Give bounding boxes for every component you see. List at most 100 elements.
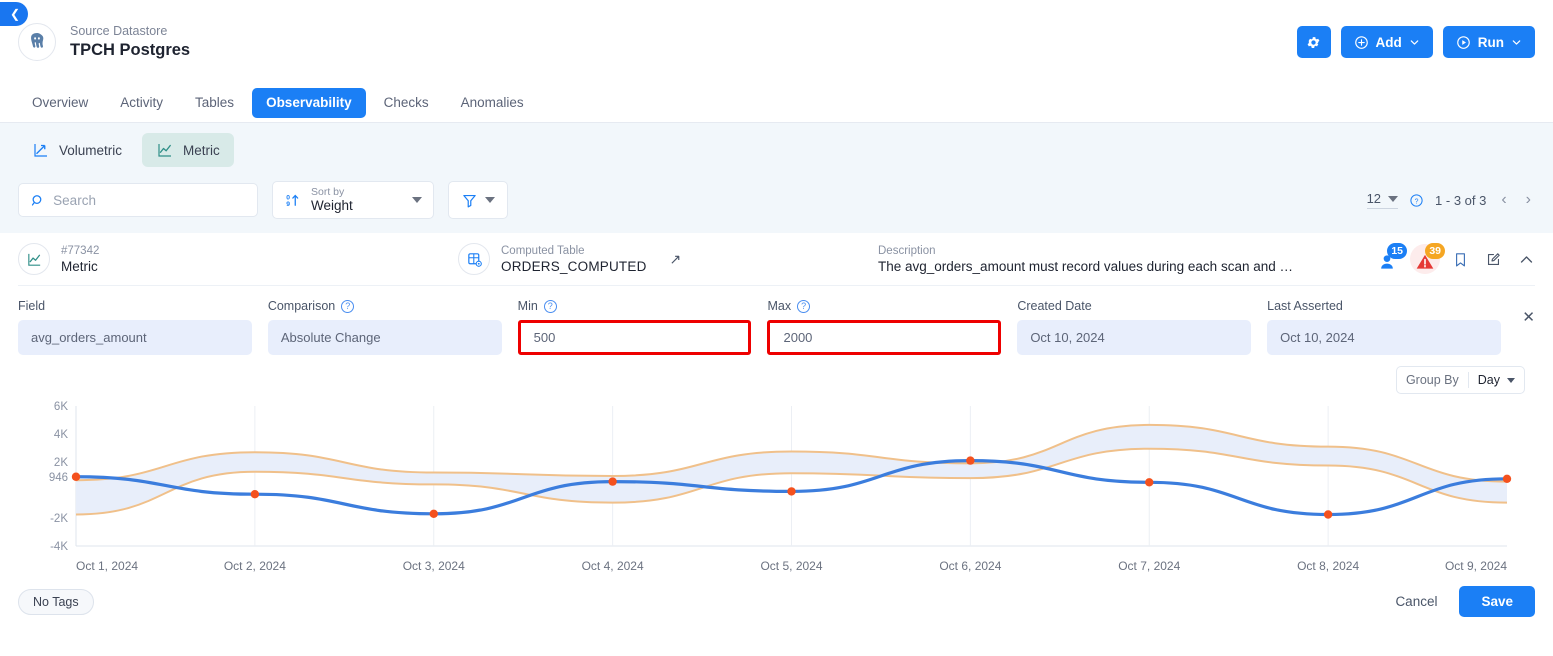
tags-pill[interactable]: No Tags	[18, 588, 94, 615]
datastore-kicker: Source Datastore	[70, 24, 168, 38]
chevron-down-icon	[1507, 377, 1515, 383]
group-by-label: Group By	[1405, 373, 1459, 387]
volumetric-chart-icon	[34, 144, 47, 157]
back-button[interactable]: ❮	[0, 2, 28, 26]
svg-text:Oct 1, 2024: Oct 1, 2024	[76, 559, 138, 573]
group-by-value: Day	[1477, 373, 1500, 387]
max-input[interactable]: 2000	[767, 320, 1002, 355]
search-box[interactable]	[18, 183, 258, 217]
svg-text:9: 9	[286, 201, 290, 208]
sort-by-label: Sort by	[311, 186, 345, 198]
sort-numeric-icon: 0 9	[286, 194, 299, 208]
filter-controls: 0 9 Sort by Weight 12	[18, 181, 1535, 219]
tab-anomalies[interactable]: Anomalies	[447, 88, 538, 118]
chevron-down-icon	[412, 197, 422, 203]
tab-tables[interactable]: Tables	[181, 88, 248, 118]
collapse-button[interactable]	[1518, 251, 1535, 268]
segment-metric-label: Metric	[183, 142, 220, 158]
field-field: Field avg_orders_amount	[18, 299, 252, 355]
group-by-row: Group By Day	[0, 355, 1553, 394]
metric-fields: Field avg_orders_amount Comparison ? Abs…	[0, 286, 1553, 355]
run-button-label: Run	[1477, 34, 1504, 50]
group-by-dropdown[interactable]: Group By Day	[1395, 366, 1525, 394]
computed-table-value: ORDERS_COMPUTED	[501, 258, 647, 274]
field-label: Field	[18, 299, 46, 313]
chart-type-toggle: Volumetric Metric	[18, 133, 1535, 167]
segment-metric[interactable]: Metric	[142, 133, 234, 167]
profile-count: 15	[1387, 243, 1407, 259]
svg-text:6K: 6K	[54, 401, 68, 413]
pagination-next-button[interactable]: ›	[1522, 191, 1535, 209]
edit-button[interactable]	[1485, 251, 1502, 268]
observability-page: ❮ Source Datastore TPCH Postgres Add Run…	[0, 0, 1553, 656]
help-circle-icon[interactable]: ?	[341, 299, 355, 313]
svg-text:0: 0	[286, 194, 290, 201]
field-value[interactable]: avg_orders_amount	[18, 320, 252, 355]
header-actions: Add Run	[1296, 26, 1535, 58]
comparison-value[interactable]: Absolute Change	[267, 320, 502, 355]
metric-card: #77342 Metric Computed Table ORDERS_COMP…	[0, 233, 1553, 617]
description-label: Description	[878, 244, 936, 257]
save-button[interactable]: Save	[1459, 586, 1535, 617]
metric-card-header: #77342 Metric Computed Table ORDERS_COMP…	[0, 233, 1553, 285]
segment-volumetric[interactable]: Volumetric	[18, 133, 136, 167]
last-asserted-value: Oct 10, 2024	[1267, 320, 1501, 355]
cancel-button[interactable]: Cancel	[1395, 594, 1437, 609]
filter-band: Volumetric Metric 0 9	[0, 123, 1553, 233]
bookmark-button[interactable]	[1452, 251, 1469, 268]
svg-text:Oct 7, 2024: Oct 7, 2024	[1118, 559, 1180, 573]
postgres-elephant-logo	[31, 33, 44, 48]
min-input[interactable]: 500	[517, 320, 752, 355]
help-circle-icon[interactable]: ?	[543, 299, 557, 313]
field-max: Max ? 2000	[767, 299, 1002, 355]
edit-icon	[1487, 252, 1500, 265]
metric-type-label: Metric	[61, 258, 98, 274]
alert-count-badge[interactable]: 39	[1410, 243, 1445, 274]
page-title: TPCH Postgres	[70, 41, 191, 59]
help-circle-icon[interactable]: ?	[1409, 193, 1424, 208]
tab-activity[interactable]: Activity	[106, 88, 177, 118]
filter-button[interactable]	[448, 181, 508, 219]
sort-by-dropdown[interactable]: 0 9 Sort by Weight	[272, 181, 434, 219]
page-size-value: 12	[1366, 191, 1382, 206]
metric-chart: 6K 4K 2K 946 -2K -4K Oct 1, 2024 Oct 2, 2024 Oct…	[0, 394, 1553, 578]
svg-text:-2K: -2K	[50, 513, 68, 525]
computed-table-icon-wrap	[458, 243, 490, 275]
card-footer: No Tags Cancel Save	[0, 578, 1553, 617]
metric-chart-icon-wrap	[18, 243, 50, 275]
add-button-label: Add	[1375, 34, 1402, 50]
close-icon[interactable]: ✕	[1522, 308, 1535, 326]
run-button[interactable]: Run	[1442, 26, 1535, 58]
profile-count-badge[interactable]: 15	[1376, 243, 1407, 272]
description-value: The avg_orders_amount must record values…	[878, 258, 1293, 274]
tab-overview[interactable]: Overview	[18, 88, 102, 118]
bookmark-icon	[1456, 252, 1465, 266]
page-size-dropdown[interactable]: 12	[1366, 191, 1399, 209]
max-label: Max	[767, 299, 792, 313]
chevron-up-icon	[1520, 255, 1533, 263]
chevron-down-icon	[485, 197, 495, 203]
svg-text:Oct 9, 2024: Oct 9, 2024	[1445, 559, 1507, 573]
chevron-down-icon	[1388, 195, 1399, 202]
last-asserted-label: Last Asserted	[1267, 299, 1343, 313]
search-input[interactable]	[53, 192, 246, 208]
computed-table-label: Computed Table	[501, 244, 585, 257]
field-created-date: Created Date Oct 10, 2024	[1017, 299, 1252, 355]
funnel-icon	[463, 194, 476, 207]
created-date-label: Created Date	[1017, 299, 1092, 313]
avatar	[18, 23, 56, 61]
tab-checks[interactable]: Checks	[370, 88, 443, 118]
description-block: Description The avg_orders_amount must r…	[878, 244, 1293, 275]
settings-button[interactable]	[1296, 26, 1331, 58]
chevron-down-icon	[1410, 39, 1419, 45]
pagination-prev-button[interactable]: ‹	[1497, 191, 1510, 209]
pagination-range: 1 - 3 of 3	[1435, 192, 1487, 208]
plus-circle-icon	[1354, 35, 1368, 49]
help-circle-icon[interactable]: ?	[797, 299, 811, 313]
card-badges: 15 39	[1376, 243, 1535, 274]
metric-type-block: #77342 Metric	[18, 243, 458, 275]
external-link-icon[interactable]: ↗	[670, 251, 682, 268]
tab-observability[interactable]: Observability	[252, 88, 366, 118]
add-button[interactable]: Add	[1340, 26, 1433, 58]
chevron-left-icon: ❮	[9, 7, 20, 21]
